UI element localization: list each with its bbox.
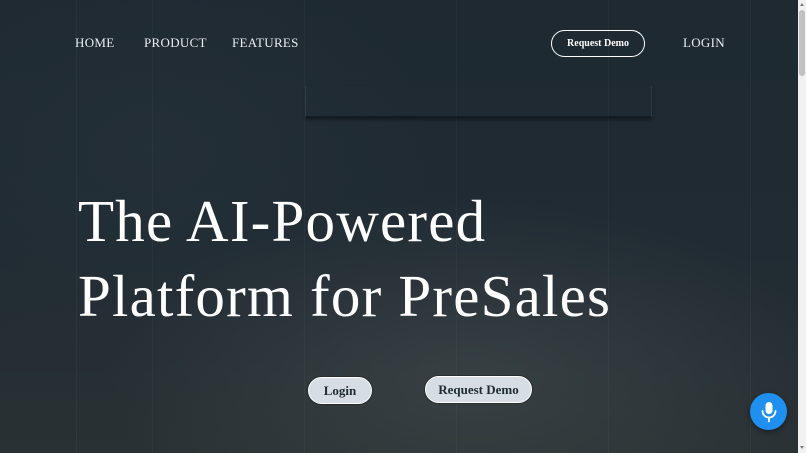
scroll-up-arrow-icon[interactable] [800,3,804,6]
page-scrollbar[interactable] [798,0,806,453]
nav-product-link[interactable]: PRODUCT [144,35,207,51]
hero-request-demo-button[interactable]: Request Demo [425,376,532,403]
nav-request-demo-button[interactable]: Request Demo [551,30,645,57]
nav-features-link[interactable]: FEATURES [232,35,299,51]
hero-title-line-1: The AI-Powered [78,188,487,254]
scrollbar-thumb[interactable] [799,10,805,76]
background-gridline [750,0,751,453]
hero-login-button[interactable]: Login [308,377,372,404]
background-gridline [76,0,77,453]
hero-title-line-2: Platform for PreSales [78,263,612,329]
nav-login-link[interactable]: LOGIN [683,35,725,51]
nav-dropdown-panel [305,86,652,118]
hero-title: The AI-Powered Platform for PreSales [78,184,678,334]
scroll-down-arrow-icon[interactable] [800,446,804,449]
microphone-icon [761,401,776,422]
nav-home-link[interactable]: HOME [75,35,114,51]
voice-assistant-button[interactable] [750,393,787,430]
